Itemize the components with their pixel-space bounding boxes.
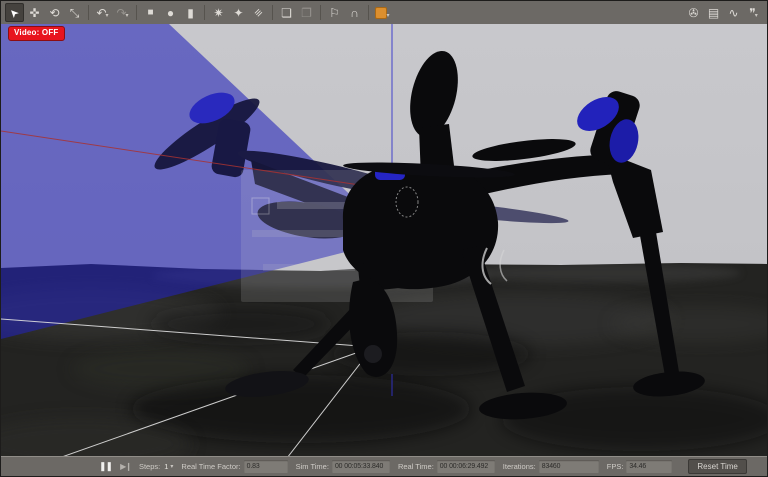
simulation-statusbar: ❚❚ ▶❙ Steps: 1 ▾ Real Time Factor: 0.83 … xyxy=(1,456,767,476)
sim-time-field: 00 00:05:33.840 xyxy=(332,460,390,473)
pause-button[interactable]: ❚❚ xyxy=(99,462,112,471)
screenshot-button[interactable]: ✇ xyxy=(684,3,703,22)
paste-icon: ❐ xyxy=(301,7,312,19)
spot-light-icon: ✦ xyxy=(233,7,243,19)
scale-icon: ⤡ xyxy=(70,7,80,19)
snap-flag-icon: ⚐ xyxy=(329,7,340,19)
copy-button[interactable]: ❏ xyxy=(277,3,296,22)
sim-time-label: Sim Time: xyxy=(296,462,329,471)
iterations-field: 83460 xyxy=(539,460,599,473)
point-light-button[interactable]: ✷ xyxy=(209,3,228,22)
main-toolbar: ➤ ✜ ⟲ ⤡ ↶▾ ↷▾ ■ ● ▮ ✷ ✦ ≡ ❏ ❐ ⚐ ∩ ▾ ✇ ▤ … xyxy=(1,1,767,25)
camera-icon: ✇ xyxy=(688,7,698,19)
joint-arc-icon: ∩ xyxy=(350,7,359,19)
real-time-field: 00 00:06:29.492 xyxy=(437,460,495,473)
steps-spinner[interactable]: 1 ▾ xyxy=(164,462,173,471)
toolbar-separator xyxy=(204,5,205,20)
real-time-factor-label: Real Time Factor: xyxy=(181,462,240,471)
topic-echo-button[interactable]: ❞▾ xyxy=(744,3,763,22)
step-button[interactable]: ▶❙ xyxy=(120,463,131,471)
scene-viewport[interactable]: Video: OFF xyxy=(1,24,767,456)
insert-sphere-button[interactable]: ● xyxy=(161,3,180,22)
data-logger-button[interactable]: ▤ xyxy=(704,3,723,22)
cylinder-shape-icon: ▮ xyxy=(187,7,194,19)
translate-tool-button[interactable]: ✜ xyxy=(25,3,44,22)
create-joint-button[interactable]: ∩ xyxy=(345,3,364,22)
paste-button[interactable]: ❐ xyxy=(297,3,316,22)
toolbar-separator xyxy=(320,5,321,20)
plot-tool-button[interactable]: ∿ xyxy=(724,3,743,22)
record-log-icon: ▤ xyxy=(708,7,719,19)
steps-label: Steps: xyxy=(139,462,160,471)
redo-button[interactable]: ↷▾ xyxy=(113,3,132,22)
3d-scene-render xyxy=(1,24,767,456)
chevron-down-icon: ▾ xyxy=(386,13,389,21)
translate-icon: ✜ xyxy=(29,7,39,19)
insert-model-button[interactable]: ▾ xyxy=(373,3,392,22)
steps-value: 1 xyxy=(164,462,168,471)
real-time-label: Real Time: xyxy=(398,462,434,471)
chevron-down-icon: ▾ xyxy=(170,463,173,470)
toolbar-separator xyxy=(88,5,89,20)
point-light-icon: ✷ xyxy=(213,7,223,19)
toolbar-separator xyxy=(368,5,369,20)
undo-button[interactable]: ↶▾ xyxy=(93,3,112,22)
chevron-down-icon: ▾ xyxy=(126,13,129,21)
directional-light-icon: ≡ xyxy=(252,6,265,19)
plot-wave-icon: ∿ xyxy=(728,7,738,19)
iterations-label: Iterations: xyxy=(503,462,536,471)
rotate-tool-button[interactable]: ⟲ xyxy=(45,3,64,22)
copy-icon: ❏ xyxy=(281,7,292,19)
gazebo-window: ➤ ✜ ⟲ ⤡ ↶▾ ↷▾ ■ ● ▮ ✷ ✦ ≡ ❏ ❐ ⚐ ∩ ▾ ✇ ▤ … xyxy=(0,0,768,477)
real-time-factor-field: 0.83 xyxy=(244,460,288,473)
insert-cylinder-button[interactable]: ▮ xyxy=(181,3,200,22)
rotate-icon: ⟲ xyxy=(49,7,59,19)
fps-label: FPS: xyxy=(607,462,624,471)
select-tool-button[interactable]: ➤ xyxy=(5,3,24,22)
fps-field: 34.46 xyxy=(626,460,672,473)
select-cursor-icon: ➤ xyxy=(7,5,21,19)
sphere-shape-icon: ● xyxy=(167,7,174,19)
pause-icon: ❚❚ xyxy=(99,461,112,471)
box-shape-icon: ■ xyxy=(147,8,153,18)
step-icon: ▶❙ xyxy=(120,462,131,471)
chevron-down-icon: ▾ xyxy=(106,13,109,21)
snap-button[interactable]: ⚐ xyxy=(325,3,344,22)
directional-light-button[interactable]: ≡ xyxy=(249,3,268,22)
toolbar-separator xyxy=(272,5,273,20)
chevron-down-icon: ▾ xyxy=(755,13,758,21)
insert-box-button[interactable]: ■ xyxy=(141,3,160,22)
video-status-badge: Video: OFF xyxy=(8,26,65,41)
toolbar-separator xyxy=(136,5,137,20)
scale-tool-button[interactable]: ⤡ xyxy=(65,3,84,22)
reset-time-button[interactable]: Reset Time xyxy=(688,459,746,474)
spot-light-button[interactable]: ✦ xyxy=(229,3,248,22)
